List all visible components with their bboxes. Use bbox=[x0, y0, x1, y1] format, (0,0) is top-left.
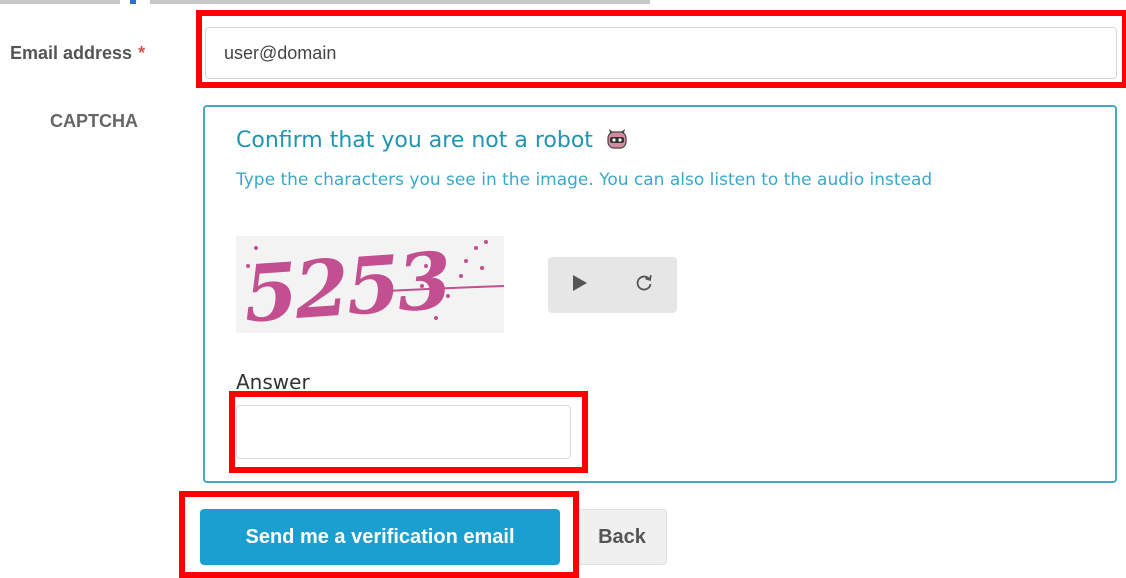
email-label-text: Email address bbox=[10, 43, 133, 63]
captcha-image-text: 5253 bbox=[241, 236, 453, 333]
required-marker: * bbox=[138, 43, 146, 63]
play-icon bbox=[572, 274, 588, 297]
email-label: Email address * bbox=[10, 43, 145, 64]
cut-off-text-line bbox=[0, 0, 1126, 8]
play-audio-button[interactable] bbox=[548, 257, 612, 313]
refresh-icon bbox=[634, 273, 654, 298]
captcha-title: Confirm that you are not a robot bbox=[236, 128, 628, 153]
captcha-label: CAPTCHA bbox=[50, 111, 138, 131]
refresh-captcha-button[interactable] bbox=[612, 257, 676, 313]
captcha-audio-controls bbox=[548, 257, 677, 313]
email-input[interactable] bbox=[205, 27, 1117, 79]
answer-label: Answer bbox=[236, 370, 310, 394]
send-verification-button[interactable]: Send me a verification email bbox=[200, 509, 560, 565]
captcha-image: 5253 bbox=[236, 235, 505, 341]
captcha-instructions: Type the characters you see in the image… bbox=[236, 170, 933, 190]
captcha-title-text: Confirm that you are not a robot bbox=[236, 128, 593, 153]
back-button[interactable]: Back bbox=[577, 509, 667, 565]
answer-input[interactable] bbox=[236, 405, 571, 459]
robot-icon bbox=[606, 128, 628, 150]
